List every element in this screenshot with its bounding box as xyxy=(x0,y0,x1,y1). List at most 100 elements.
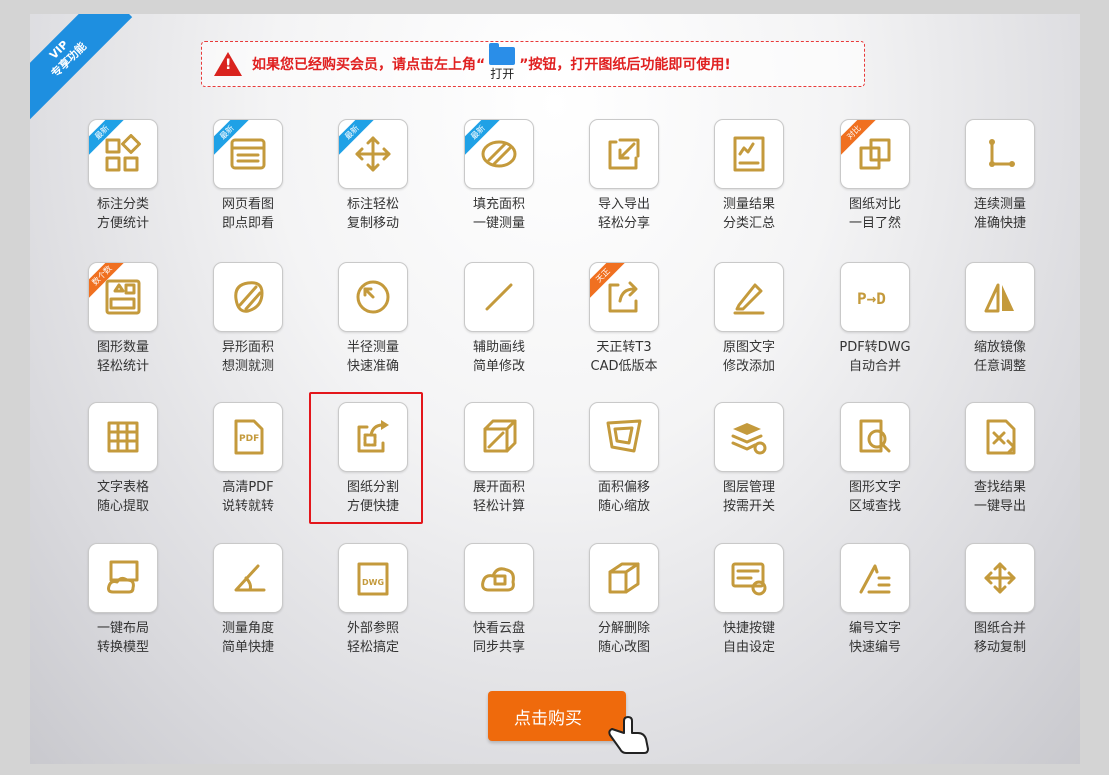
compare-squares-icon xyxy=(859,138,891,170)
feature-item[interactable]: 对比 图纸对比 一目了然 xyxy=(825,119,925,233)
feature-label-line2: CAD低版本 xyxy=(590,359,658,374)
feature-item[interactable]: 一键布局 转换模型 xyxy=(73,543,173,657)
feature-label-line2: 同步共享 xyxy=(472,640,525,655)
feature-label-line2: 简单修改 xyxy=(472,359,525,374)
feature-tile[interactable] xyxy=(338,262,408,332)
feature-item[interactable]: 连续测量 准确快捷 xyxy=(950,119,1050,233)
feature-label: 图形文字 区域查找 xyxy=(825,478,925,516)
feature-item[interactable]: 查找结果 一键导出 xyxy=(950,402,1050,516)
feature-item[interactable]: 最新填充面积 一键测量 xyxy=(449,119,549,233)
feature-tile[interactable]: P→D xyxy=(840,262,910,332)
feature-tile[interactable] xyxy=(714,119,784,189)
feature-item[interactable]: 图纸合并 移动复制 xyxy=(950,543,1050,657)
feature-tile[interactable] xyxy=(965,119,1035,189)
feature-item[interactable]: 最新 网页看图 即点即看 xyxy=(198,119,298,233)
feature-item[interactable]: 天正天正转T3 CAD低版本 xyxy=(574,262,674,376)
feature-item[interactable]: 快看云盘 同步共享 xyxy=(449,543,549,657)
hand-pointer-icon xyxy=(608,716,649,754)
feature-item[interactable]: 编号文字 快速编号 xyxy=(825,543,925,657)
cloud-share-icon xyxy=(481,567,515,592)
pencil-icon xyxy=(733,283,765,315)
feature-label-line2: 分类汇总 xyxy=(722,216,775,231)
feature-tile[interactable] xyxy=(464,543,534,613)
feature-label-line2: 随心缩放 xyxy=(597,499,650,514)
feature-label-line1: 编号文字 xyxy=(848,621,901,636)
feature-label-line2: 一键导出 xyxy=(973,499,1026,514)
feature-item[interactable]: 快捷按键 自由设定 xyxy=(699,543,799,657)
feature-tile[interactable]: PDF xyxy=(213,402,283,472)
feature-tile[interactable] xyxy=(965,262,1035,332)
feature-item[interactable]: 展开面积 轻松计算 xyxy=(449,402,549,516)
feature-label-line2: 想测就测 xyxy=(221,359,274,374)
feature-label-line1: PDF转DWG xyxy=(839,340,911,355)
feature-tile[interactable] xyxy=(213,543,283,613)
feature-tile[interactable] xyxy=(840,543,910,613)
folder-icon xyxy=(489,42,516,65)
feature-item[interactable]: 原图文字 修改添加 xyxy=(699,262,799,376)
feature-tile[interactable]: 最新 xyxy=(88,119,158,189)
feature-item[interactable]: 测量角度 简单快捷 xyxy=(198,543,298,657)
feature-item[interactable]: 图层管理 按需开关 xyxy=(699,402,799,516)
feature-tile[interactable] xyxy=(840,402,910,472)
feature-label: 展开面积 轻松计算 xyxy=(449,478,549,516)
feature-label-line1: 快捷按键 xyxy=(722,621,775,636)
feature-label: 连续测量 准确快捷 xyxy=(950,195,1050,233)
feature-tile[interactable] xyxy=(213,262,283,332)
feature-tile[interactable] xyxy=(589,543,659,613)
feature-item[interactable]: 半径测量 快速准确 xyxy=(323,262,423,376)
feature-item[interactable]: 最新标注轻松 复制移动 xyxy=(323,119,423,233)
feature-tile[interactable]: 天正 xyxy=(589,262,659,332)
feature-item[interactable]: 缩放镜像 任意调整 xyxy=(950,262,1050,376)
feature-tile[interactable] xyxy=(965,402,1035,472)
feature-item[interactable]: 测量结果 分类汇总 xyxy=(699,119,799,233)
feature-item[interactable]: 分解删除 随心改图 xyxy=(574,543,674,657)
feature-label-line1: 导入导出 xyxy=(597,197,650,212)
feature-tile[interactable]: 最新 xyxy=(213,119,283,189)
feature-label-line1: 天正转T3 xyxy=(596,340,652,355)
notice-banner: 如果您已经购买会员，请点击左上角“ 打开 ”按钮，打开图纸后功能即可使用! xyxy=(201,41,865,87)
feature-tile[interactable] xyxy=(714,262,784,332)
feature-item[interactable]: 最新 标注分类 方便统计 xyxy=(73,119,173,233)
feature-label: 标注轻松 复制移动 xyxy=(323,195,423,233)
feature-item[interactable]: 数个数 图形数量 轻松统计 xyxy=(73,262,173,376)
feature-label-line1: 原图文字 xyxy=(722,340,775,355)
feature-label-line1: 面积偏移 xyxy=(597,480,650,495)
feature-tile[interactable]: DWG xyxy=(338,543,408,613)
feature-tile[interactable] xyxy=(88,543,158,613)
feature-label-line1: 展开面积 xyxy=(472,480,525,495)
feature-item[interactable]: 面积偏移 随心缩放 xyxy=(574,402,674,516)
feature-item[interactable]: 异形面积 想测就测 xyxy=(198,262,298,376)
feature-tile[interactable] xyxy=(589,119,659,189)
measure-summary-icon xyxy=(733,136,765,172)
feature-tile[interactable] xyxy=(965,543,1035,613)
feature-label: 填充面积 一键测量 xyxy=(449,195,549,233)
feature-item[interactable]: 文字表格 随心提取 xyxy=(73,402,173,516)
feature-tile[interactable] xyxy=(589,402,659,472)
feature-label-line2: 方便统计 xyxy=(96,216,149,231)
feature-tile[interactable]: 对比 xyxy=(840,119,910,189)
feature-tile[interactable] xyxy=(714,402,784,472)
feature-label-line1: 外部参照 xyxy=(346,621,399,636)
feature-tile[interactable] xyxy=(88,402,158,472)
feature-item[interactable]: 导入导出 轻松分享 xyxy=(574,119,674,233)
feature-item[interactable]: DWG 外部参照 轻松搞定 xyxy=(323,543,423,657)
browser-window-icon xyxy=(230,138,266,170)
feature-tile[interactable]: 数个数 xyxy=(88,262,158,332)
feature-tile[interactable] xyxy=(714,543,784,613)
feature-tile[interactable] xyxy=(464,402,534,472)
feature-item[interactable]: 图形文字 区域查找 xyxy=(825,402,925,516)
notice-text-before: 如果您已经购买会员，请点击左上角“ xyxy=(252,57,486,73)
export-t3-icon xyxy=(608,281,638,313)
feature-item[interactable]: PDF 高清PDF 说转就转 xyxy=(198,402,298,516)
move-arrows-icon xyxy=(355,136,391,172)
feature-item[interactable]: 辅助画线 简单修改 xyxy=(449,262,549,376)
feature-tile[interactable]: 最新 xyxy=(464,119,534,189)
feature-label: 文字表格 随心提取 xyxy=(73,478,173,516)
feature-item[interactable]: P→D PDF转DWG 自动合并 xyxy=(825,262,925,376)
export-results-icon xyxy=(986,419,1016,455)
feature-label: 高清PDF 说转就转 xyxy=(198,478,298,516)
import-export-icon xyxy=(608,138,640,170)
keyboard-settings-icon xyxy=(731,562,767,596)
feature-tile[interactable]: 最新 xyxy=(338,119,408,189)
feature-tile[interactable] xyxy=(464,262,534,332)
